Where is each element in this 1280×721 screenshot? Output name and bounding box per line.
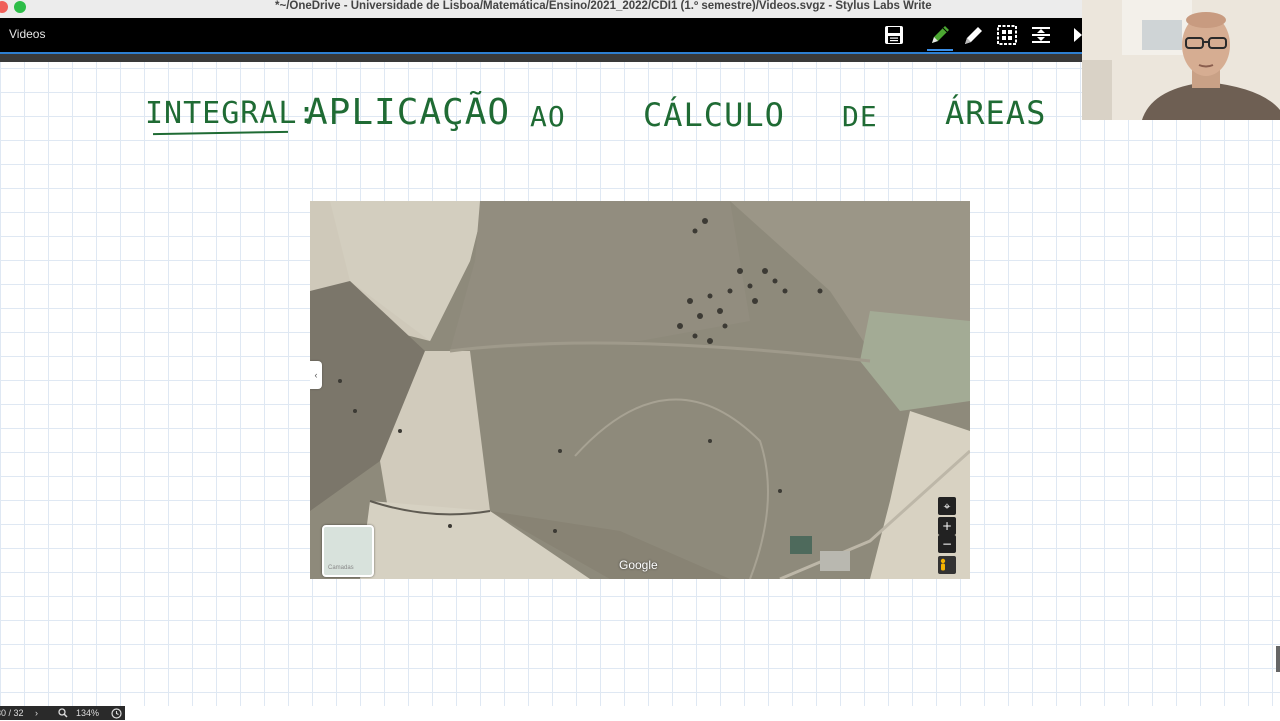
zoom-level[interactable]: 134% <box>76 708 99 718</box>
satellite-map-image: ‹ Camadas Google ⌖ + − <box>310 201 970 579</box>
next-page-icon[interactable]: › <box>35 708 38 718</box>
insert-space-button[interactable] <box>1027 21 1055 49</box>
page-indicator[interactable]: 30 / 32 <box>0 708 24 718</box>
app-toolbar: Videos <box>0 18 1082 52</box>
select-grid-icon <box>997 25 1017 45</box>
pegman-icon[interactable] <box>938 556 956 574</box>
heading-word-areas: ÁREAS <box>945 94 1047 132</box>
overflow-icon <box>1074 28 1082 42</box>
map-layers-thumbnail[interactable]: Camadas <box>322 525 374 577</box>
eraser-icon <box>965 27 982 44</box>
pegman-figure <box>940 558 946 571</box>
map-zoom-in-button[interactable]: + <box>938 517 956 535</box>
history-icon[interactable] <box>111 708 122 721</box>
webcam-overlay <box>1082 0 1280 120</box>
toolbar-overflow-button[interactable] <box>1064 21 1082 49</box>
zoom-icon[interactable] <box>58 708 68 720</box>
heading-word-de: DE <box>842 100 878 133</box>
window-title: *~/OneDrive - Universidade de Lisboa/Mat… <box>275 0 932 12</box>
google-watermark: Google <box>619 558 658 572</box>
toolbar-divider <box>0 54 1082 62</box>
close-window-button[interactable] <box>0 1 8 13</box>
handwritten-heading: INTEGRAL: APLICAÇÃO AO CÁLCULO DE ÁREAS <box>140 92 1070 140</box>
map-panel-collapse-tab[interactable]: ‹ <box>310 361 322 389</box>
presenter-video <box>1082 0 1280 120</box>
save-icon <box>885 26 903 44</box>
heading-word-aplicacao: APLICAÇÃO <box>306 92 511 133</box>
zoom-window-button[interactable] <box>14 1 26 13</box>
eraser-tool-button[interactable] <box>960 21 988 49</box>
heading-word-ao: AO <box>530 100 566 133</box>
status-bar: 30 / 32 › 134% <box>0 706 125 720</box>
heading-underline <box>152 130 289 136</box>
canvas-scrollbar-thumb[interactable] <box>1276 646 1280 672</box>
map-zoom-out-button[interactable]: − <box>938 535 956 553</box>
heading-word-integral: INTEGRAL: <box>145 96 317 131</box>
satellite-terrain <box>310 201 970 579</box>
save-button[interactable] <box>880 21 908 49</box>
pen-icon <box>932 26 949 43</box>
map-locate-button[interactable]: ⌖ <box>938 497 956 515</box>
pen-tool-button[interactable] <box>926 21 954 51</box>
select-tool-button[interactable] <box>993 21 1021 49</box>
document-title: Videos <box>9 27 46 41</box>
insert-space-icon <box>1032 27 1050 43</box>
map-layers-label: Camadas <box>328 565 354 571</box>
heading-word-calculo: CÁLCULO <box>643 96 785 134</box>
